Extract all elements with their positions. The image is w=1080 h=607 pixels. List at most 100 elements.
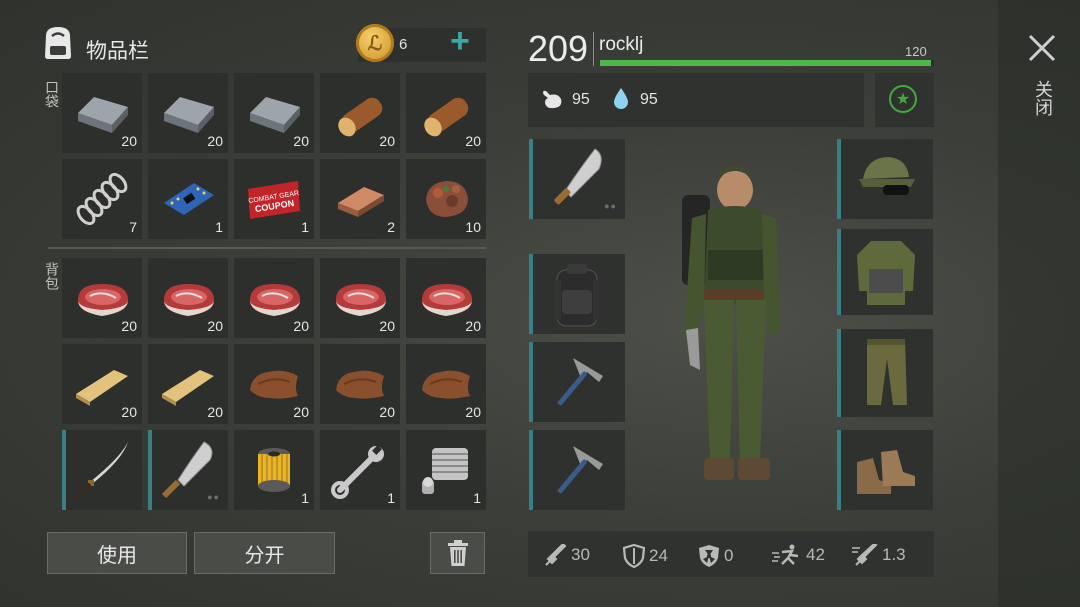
use-button[interactable]: 使用 bbox=[47, 532, 187, 574]
item-count: 20 bbox=[379, 133, 395, 149]
backpack-slot[interactable]: 1 bbox=[234, 430, 314, 510]
cap-icon bbox=[859, 157, 915, 195]
legs-slot[interactable] bbox=[837, 329, 933, 417]
machete-icon bbox=[158, 440, 218, 500]
close-icon bbox=[1028, 34, 1056, 62]
pocket-slot[interactable]: 10 bbox=[406, 159, 486, 239]
inventory-title: 物品栏 bbox=[86, 40, 149, 63]
split-button[interactable]: 分开 bbox=[194, 532, 335, 574]
pickaxe-icon bbox=[557, 358, 603, 406]
backpack-slot[interactable]: 1 bbox=[320, 430, 400, 510]
character-model bbox=[682, 166, 780, 480]
trash-button[interactable] bbox=[430, 532, 485, 574]
weapon-slot[interactable]: ●● bbox=[529, 139, 625, 219]
backpack-slot[interactable]: 20 bbox=[148, 258, 228, 338]
durability-dots: ●● bbox=[604, 201, 617, 211]
coin-icon: ℒ bbox=[356, 24, 394, 62]
close-label[interactable]: 关闭 bbox=[1030, 80, 1056, 116]
item-count: 20 bbox=[379, 318, 395, 334]
radiation-icon bbox=[699, 545, 719, 567]
attack-speed-stat: 1.3 bbox=[852, 544, 906, 566]
close-button[interactable] bbox=[1022, 28, 1062, 68]
durability-dots: ●● bbox=[207, 492, 220, 502]
pocket-slot[interactable]: 2 bbox=[320, 159, 400, 239]
item-count: 20 bbox=[465, 404, 481, 420]
backpack-slot[interactable]: 20 bbox=[320, 258, 400, 338]
speed-stat: 42 bbox=[772, 544, 825, 566]
head-slot[interactable] bbox=[837, 139, 933, 219]
item-count: 2 bbox=[387, 219, 395, 235]
trash-icon bbox=[447, 540, 468, 566]
tool-slot-1[interactable] bbox=[529, 342, 625, 422]
item-count: 10 bbox=[465, 219, 481, 235]
backpack-icon bbox=[38, 22, 78, 62]
backpack-slot[interactable]: 20 bbox=[234, 258, 314, 338]
item-count: 1 bbox=[301, 490, 309, 506]
section-divider bbox=[48, 247, 486, 249]
item-count: 20 bbox=[207, 133, 223, 149]
damage-stat: 30 bbox=[545, 544, 590, 566]
pocket-slot[interactable]: 7 bbox=[62, 159, 142, 239]
item-count: 7 bbox=[129, 219, 137, 235]
add-coins-button[interactable]: + bbox=[450, 22, 470, 61]
radiation-stat: 0 bbox=[698, 544, 733, 568]
backpack-slot[interactable] bbox=[62, 430, 142, 510]
item-count: 20 bbox=[207, 318, 223, 334]
armor-stat: 24 bbox=[623, 544, 668, 568]
item-count: 20 bbox=[121, 318, 137, 334]
pocket-label: 口袋 bbox=[44, 80, 60, 108]
backpack-slot[interactable]: 20 bbox=[148, 344, 228, 424]
item-count: 1 bbox=[387, 490, 395, 506]
backpack-slot[interactable] bbox=[529, 254, 625, 334]
engine-cylinder-icon bbox=[416, 440, 476, 500]
hunger-value: 95 bbox=[572, 91, 590, 108]
pocket-slot[interactable]: 20 bbox=[320, 73, 400, 153]
running-icon bbox=[772, 544, 799, 565]
copper-bar-icon bbox=[330, 169, 390, 229]
xp-bar-fill bbox=[600, 60, 931, 66]
backpack-slot[interactable]: 20 bbox=[62, 344, 142, 424]
vitals-panel: 95 95 bbox=[528, 73, 864, 127]
backpack-slot[interactable]: 20 bbox=[320, 344, 400, 424]
boots-icon bbox=[857, 450, 915, 494]
armor-value: 24 bbox=[649, 546, 668, 565]
backpack-slot[interactable]: 20 bbox=[406, 344, 486, 424]
radiation-value: 0 bbox=[724, 546, 734, 565]
pocket-slot[interactable]: 1 bbox=[148, 159, 228, 239]
body-slot[interactable] bbox=[837, 229, 933, 315]
wrench-icon bbox=[330, 440, 390, 500]
item-count: 20 bbox=[293, 318, 309, 334]
item-count: 20 bbox=[121, 404, 137, 420]
backpack-slot[interactable]: 20 bbox=[234, 344, 314, 424]
damage-value: 30 bbox=[571, 545, 590, 564]
pocket-slot[interactable]: 20 bbox=[406, 73, 486, 153]
coin-counter: ℒ 6 + bbox=[356, 22, 486, 62]
xp-value: 120 bbox=[905, 44, 927, 59]
player-name: rocklj bbox=[599, 34, 644, 55]
spring-icon bbox=[72, 169, 132, 229]
player-level: 209 bbox=[528, 28, 589, 69]
star-button[interactable]: ★ bbox=[875, 73, 934, 127]
backpack-slot[interactable]: ●● bbox=[148, 430, 228, 510]
item-count: 1 bbox=[301, 219, 309, 235]
pocket-slot[interactable]: COMBAT GEAR COUPON 1 bbox=[234, 159, 314, 239]
pocket-slot[interactable]: 20 bbox=[62, 73, 142, 153]
star-icon: ★ bbox=[889, 85, 917, 113]
level-separator bbox=[593, 32, 594, 66]
pocket-slot[interactable]: 20 bbox=[234, 73, 314, 153]
swing-sword-icon bbox=[852, 544, 878, 566]
item-count: 20 bbox=[293, 404, 309, 420]
shield-icon bbox=[623, 544, 645, 568]
backpack-slot[interactable]: 1 bbox=[406, 430, 486, 510]
item-count: 20 bbox=[379, 404, 395, 420]
backpack-slot[interactable]: 20 bbox=[406, 258, 486, 338]
tool-slot-2[interactable] bbox=[529, 430, 625, 510]
item-count: 20 bbox=[207, 404, 223, 420]
pants-icon bbox=[867, 339, 907, 405]
backpack-slot[interactable]: 20 bbox=[62, 258, 142, 338]
pocket-slot[interactable]: 20 bbox=[148, 73, 228, 153]
xp-bar bbox=[600, 60, 934, 66]
speed-value: 42 bbox=[806, 545, 825, 564]
backpack-label: 背包 bbox=[44, 262, 60, 290]
feet-slot[interactable] bbox=[837, 430, 933, 510]
